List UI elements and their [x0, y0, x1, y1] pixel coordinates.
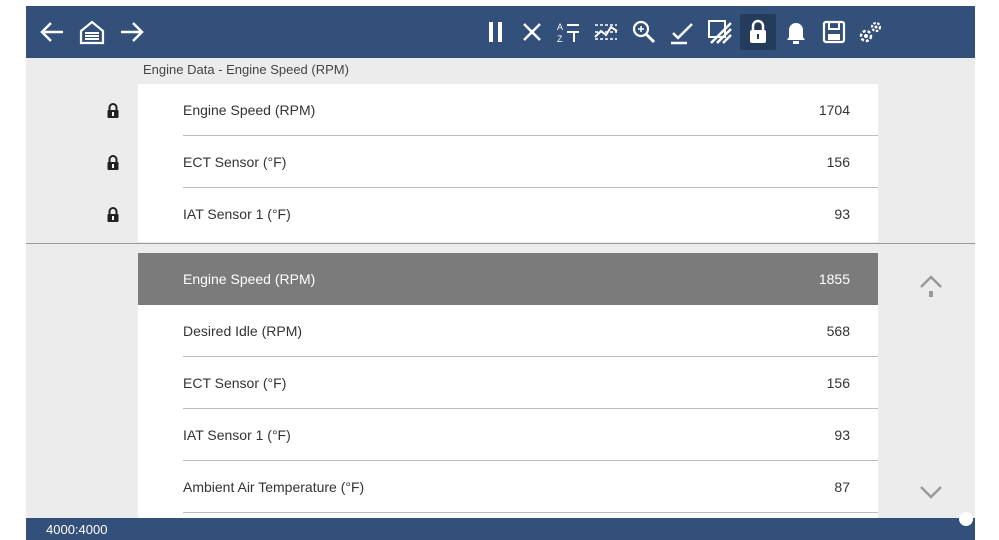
pid-list: Engine Speed (RPM) 1855 Desired Idle (RP… [138, 253, 878, 520]
list-item[interactable]: Desired Idle (RPM) 568 [138, 305, 878, 357]
pid-trigger-icon [708, 20, 732, 44]
close-icon [523, 23, 541, 41]
scroll-down-button[interactable] [914, 478, 948, 506]
list-item[interactable]: Engine Speed (RPM) 1704 [138, 84, 878, 136]
list-item[interactable]: ECT Sensor (°F) 156 [138, 357, 878, 409]
back-button[interactable] [34, 14, 70, 50]
lock-icon[interactable] [106, 155, 120, 171]
pid-value: 156 [826, 375, 850, 391]
scan-data-screen: AZ Engine Data - Engine Speed (RPM) Engi… [0, 0, 999, 540]
sort-icon: AZ [557, 22, 579, 44]
back-arrow-icon [40, 22, 63, 42]
pid-value: 1855 [818, 271, 850, 287]
select-button[interactable] [664, 14, 700, 50]
save-button[interactable] [816, 14, 852, 50]
list-item[interactable]: ECT Sensor (°F) 156 [138, 136, 878, 188]
zoom-icon [632, 20, 656, 44]
pid-value: 568 [826, 323, 850, 339]
scroll-thumb[interactable] [959, 512, 973, 526]
svg-text:A: A [557, 22, 563, 32]
pid-value: 87 [834, 479, 850, 495]
zoom-button[interactable] [626, 14, 662, 50]
section-divider [26, 243, 975, 244]
list-item-selected[interactable]: Engine Speed (RPM) 1855 [138, 253, 878, 305]
alert-button[interactable] [778, 14, 814, 50]
divider [183, 512, 878, 513]
pid-name: Engine Speed (RPM) [183, 102, 316, 118]
svg-text:Z: Z [557, 34, 563, 44]
lock-icon[interactable] [106, 207, 120, 223]
settings-gears-icon [859, 21, 882, 43]
pause-icon [489, 22, 502, 42]
frame-counter: 4000:4000 [46, 522, 108, 537]
page-title: Engine Data - Engine Speed (RPM) [143, 62, 349, 77]
pid-value: 93 [834, 206, 850, 222]
locked-pid-list: Engine Speed (RPM) 1704 ECT Sensor (°F) … [138, 84, 878, 242]
pid-name: Ambient Air Temperature (°F) [183, 479, 365, 495]
home-button[interactable] [74, 14, 110, 50]
scroll-up-button[interactable] [914, 270, 948, 304]
pid-name: Engine Speed (RPM) [183, 271, 316, 287]
view-button[interactable] [588, 14, 624, 50]
toolbar: AZ [26, 6, 975, 58]
pid-name: ECT Sensor (°F) [183, 154, 287, 170]
home-icon [79, 20, 105, 45]
sort-button[interactable]: AZ [550, 14, 586, 50]
pid-name: ECT Sensor (°F) [183, 375, 287, 391]
forward-arrow-icon [121, 22, 144, 42]
list-item[interactable]: Ambient Air Temperature (°F) 87 [138, 461, 878, 513]
lock-icon [750, 19, 766, 43]
settings-button[interactable] [852, 14, 888, 50]
list-item[interactable]: IAT Sensor 1 (°F) 93 [138, 409, 878, 461]
pid-value: 93 [834, 427, 850, 443]
bell-icon [787, 23, 805, 44]
pid-name: IAT Sensor 1 (°F) [183, 427, 291, 443]
exit-button[interactable] [514, 14, 550, 50]
lock-button[interactable] [740, 14, 776, 50]
pid-value: 1704 [818, 102, 850, 118]
forward-button[interactable] [114, 14, 150, 50]
pid-name: IAT Sensor 1 (°F) [183, 206, 291, 222]
lock-icon[interactable] [106, 103, 120, 119]
pid-name: Desired Idle (RPM) [183, 323, 303, 339]
trigger-button[interactable] [702, 14, 738, 50]
data-list-panel: Engine Data - Engine Speed (RPM) Engine … [26, 58, 975, 520]
list-item[interactable]: IAT Sensor 1 (°F) 93 [138, 188, 878, 240]
pause-button[interactable] [478, 14, 514, 50]
save-icon [822, 20, 846, 44]
graph-view-icon [594, 24, 618, 40]
select-icon [671, 23, 693, 45]
pid-value: 156 [826, 154, 850, 170]
status-bar: 4000:4000 [26, 512, 975, 540]
chevron-up-icon [920, 275, 942, 297]
chevron-down-icon [920, 486, 942, 499]
